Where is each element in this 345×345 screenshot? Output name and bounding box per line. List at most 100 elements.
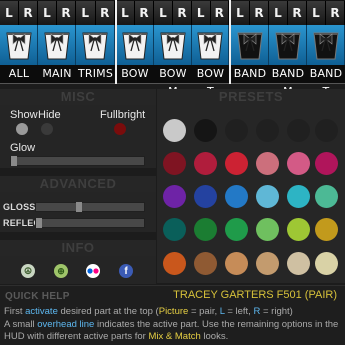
preset-swatch[interactable] (315, 152, 338, 175)
part-picture-button[interactable] (38, 25, 76, 65)
preset-swatch[interactable] (287, 119, 310, 142)
garter-icon (5, 32, 32, 60)
preset-swatch[interactable] (256, 119, 279, 142)
help-text-part: = right) (260, 306, 293, 317)
right-side-button[interactable]: R (250, 1, 269, 25)
hide-label: Hide (38, 109, 61, 121)
right-side-button[interactable]: R (173, 1, 192, 25)
preset-swatch[interactable] (225, 185, 248, 208)
gloss-slider-thumb[interactable] (76, 202, 82, 212)
preset-swatch[interactable] (287, 152, 310, 175)
side-selector: LR (154, 1, 192, 25)
advanced-section-title: ADVANCED (0, 176, 156, 192)
preset-swatch[interactable] (256, 185, 279, 208)
preset-swatch[interactable] (225, 119, 248, 142)
info-panel: ☮ ⊕ f (0, 256, 156, 284)
preset-swatch[interactable] (256, 152, 279, 175)
presets-panel (157, 105, 345, 283)
preset-swatch[interactable] (315, 185, 338, 208)
right-side-button[interactable]: R (326, 1, 345, 25)
right-side-button[interactable]: R (57, 1, 76, 25)
part-picture-button[interactable] (307, 25, 345, 65)
part-picture-button[interactable] (0, 25, 38, 65)
part-picture-button[interactable] (192, 25, 229, 65)
preset-swatch[interactable] (256, 218, 279, 241)
quick-help-title: QUICK HELP (5, 291, 70, 302)
left-side-button[interactable]: L (269, 1, 288, 25)
left-side-button[interactable]: L (38, 1, 57, 25)
part-main: L R MAIN (38, 1, 76, 83)
side-selector: LR (192, 1, 229, 25)
group-separator (229, 0, 231, 84)
help-text-part: = pair, (188, 306, 220, 317)
reflect-slider-thumb[interactable] (36, 218, 42, 228)
preset-swatch[interactable] (194, 119, 217, 142)
left-side-button[interactable]: L (307, 1, 326, 25)
advanced-panel: GLOSS REFLECT (0, 192, 156, 232)
part-label: MAIN (38, 65, 76, 83)
part-band-t: LR BAND T (307, 1, 345, 98)
part-picture-button[interactable] (76, 25, 115, 65)
preset-swatch[interactable] (225, 252, 248, 275)
part-picture-button[interactable] (116, 25, 154, 65)
left-side-button[interactable]: L (76, 1, 96, 25)
preset-swatch[interactable] (194, 185, 217, 208)
preset-swatch[interactable] (225, 152, 248, 175)
side-selector: LR (0, 1, 38, 25)
right-side-button[interactable]: R (135, 1, 154, 25)
right-side-button[interactable]: R (19, 1, 38, 25)
left-side-button[interactable]: L (192, 1, 211, 25)
preset-swatch[interactable] (287, 218, 310, 241)
part-selector-bar: LRALLLRMAINLRTRIMSLRBOWLRBOW MLRBOW TLRB… (0, 0, 345, 98)
preset-swatch[interactable] (315, 218, 338, 241)
group-separator (115, 0, 117, 84)
part-label: BAND (231, 65, 269, 83)
help-keyword: overhead line (37, 318, 95, 330)
preset-swatch[interactable] (287, 252, 310, 275)
globe-icon[interactable]: ⊕ (54, 264, 68, 278)
preset-swatch[interactable] (315, 119, 338, 142)
side-selector: LR (116, 1, 154, 25)
part-label: BAND M (269, 65, 307, 98)
left-side-button[interactable]: L (0, 1, 19, 25)
right-side-button[interactable]: R (210, 1, 229, 25)
quick-help-text: First activate desired part at the top (… (4, 306, 342, 344)
facebook-icon[interactable]: f (119, 264, 133, 278)
part-label: BOW (116, 65, 154, 83)
preset-swatch[interactable] (163, 152, 186, 175)
part-all: L R ALL (0, 1, 38, 83)
glow-slider-thumb[interactable] (11, 156, 17, 166)
part-picture-button[interactable] (269, 25, 307, 65)
garter-icon (43, 32, 70, 60)
garter-icon (312, 32, 339, 60)
peace-icon[interactable]: ☮ (21, 264, 35, 278)
reflect-slider[interactable] (35, 218, 145, 228)
preset-swatch[interactable] (163, 119, 186, 142)
gloss-slider[interactable] (35, 202, 145, 212)
flickr-icon[interactable] (86, 264, 100, 278)
preset-swatch[interactable] (315, 252, 338, 275)
right-side-button[interactable]: R (95, 1, 115, 25)
part-picture-button[interactable] (231, 25, 269, 65)
part-label: BAND T (307, 65, 345, 98)
preset-swatch[interactable] (287, 185, 310, 208)
preset-swatch[interactable] (225, 218, 248, 241)
garter-icon (236, 32, 263, 60)
part-label: ALL (0, 65, 38, 83)
fullbright-toggle[interactable] (114, 123, 126, 135)
preset-swatch[interactable] (163, 185, 186, 208)
left-side-button[interactable]: L (231, 1, 250, 25)
preset-swatch[interactable] (163, 252, 186, 275)
hide-button[interactable] (41, 123, 53, 135)
left-side-button[interactable]: L (116, 1, 135, 25)
right-side-button[interactable]: R (288, 1, 307, 25)
preset-swatch[interactable] (194, 252, 217, 275)
preset-swatch[interactable] (194, 218, 217, 241)
left-side-button[interactable]: L (154, 1, 173, 25)
show-button[interactable] (16, 123, 28, 135)
preset-swatch[interactable] (256, 252, 279, 275)
preset-swatch[interactable] (163, 218, 186, 241)
part-picture-button[interactable] (154, 25, 192, 65)
preset-swatch[interactable] (194, 152, 217, 175)
glow-slider[interactable] (10, 156, 145, 166)
